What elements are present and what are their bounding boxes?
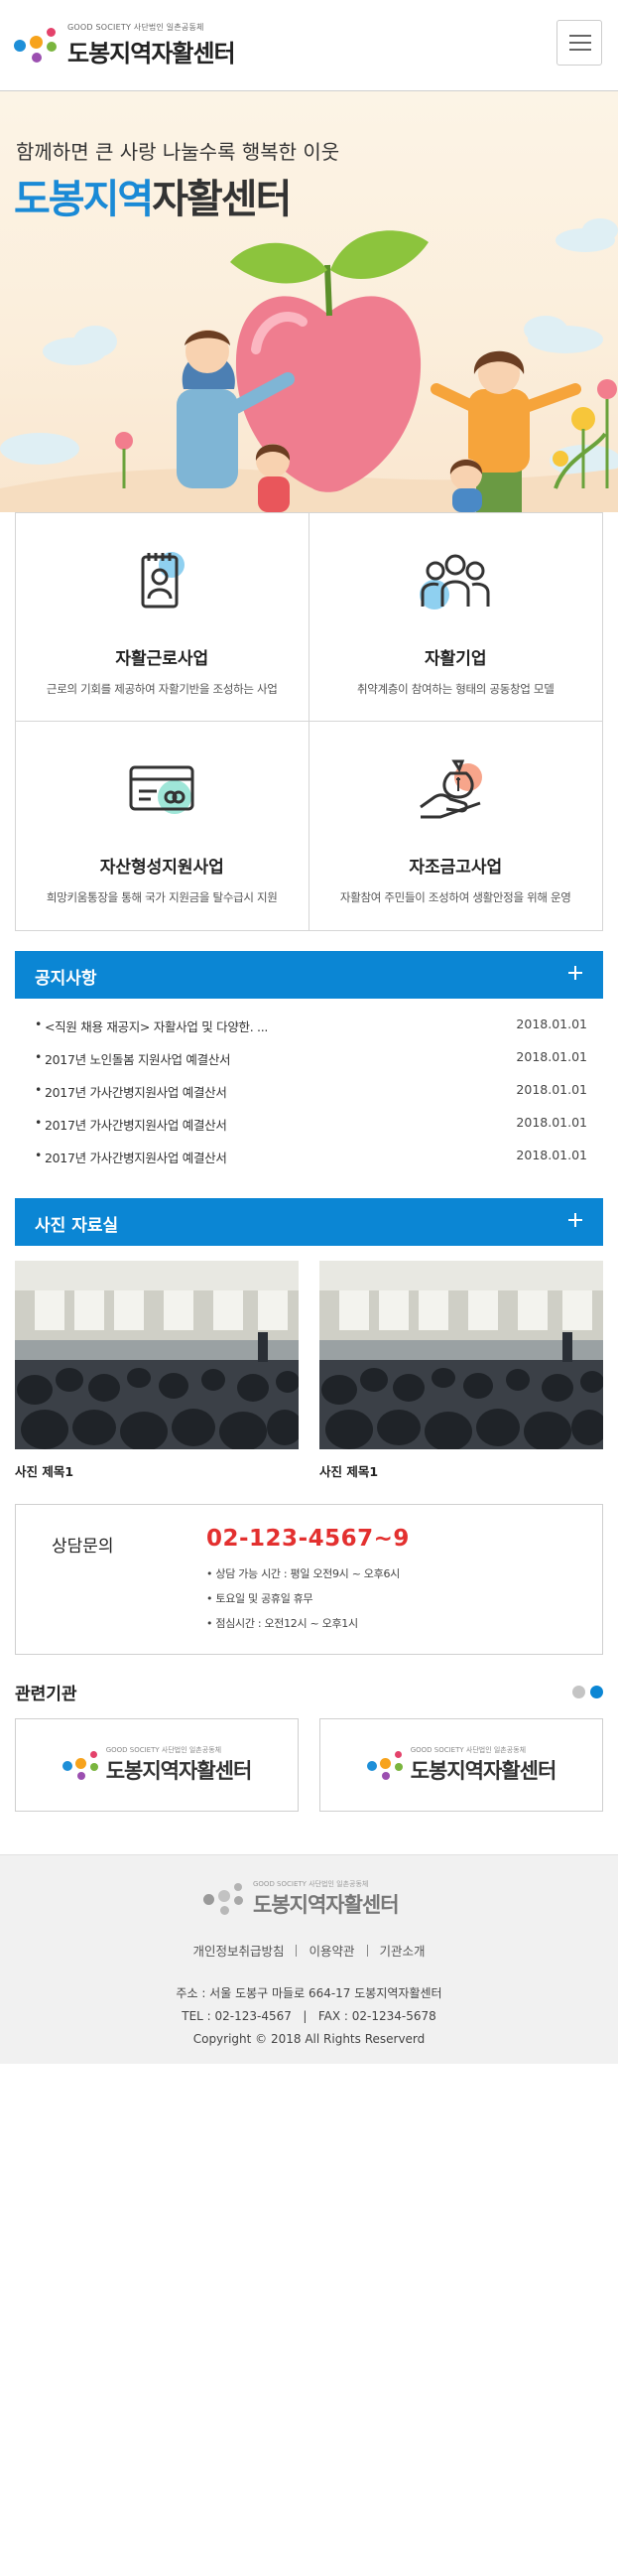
notice-item[interactable]: • <직원 채용 재공지> 자활사업 및 다양한. ... 2018.01.01 [15, 1009, 603, 1041]
business-title: 자산형성지원사업 [99, 858, 224, 878]
business-desc: 자활참여 주민들이 조성하여 생활안정을 위해 운영 [339, 890, 571, 904]
notice-title: 공지사항 [35, 969, 97, 989]
notice-item[interactable]: • 2017년 가사간병지원사업 예결산서 2018.01.01 [15, 1107, 603, 1140]
site-logo[interactable]: GOOD SOCIETY 사단법인 일촌공동체 도봉지역자활센터 [14, 22, 236, 68]
notice-item-title: <직원 채용 재공지> 자활사업 및 다양한. ... [45, 1019, 269, 1034]
footer-link-about[interactable]: 기관소개 [380, 1944, 426, 1959]
pager-dot[interactable] [572, 1686, 585, 1698]
id-badge-icon [141, 552, 185, 609]
money-hand-icon [420, 759, 483, 819]
photo-caption: 사진 제목1 [319, 1464, 379, 1479]
notice-item-date: 2018.01.01 [516, 1148, 587, 1162]
hero-title: 도봉지역자활센터 [14, 177, 292, 222]
notice-item-date: 2018.01.01 [516, 1049, 587, 1064]
related-org-sub: GOOD SOCIETY 사단법인 일촌공동체 [105, 1746, 222, 1754]
notice-item-title: 2017년 가사간병지원사업 예결산서 [45, 1118, 227, 1133]
photo-caption: 사진 제목1 [15, 1464, 74, 1479]
consult-label: 상담문의 [52, 1537, 114, 1557]
photo-thumbnail [15, 1261, 303, 1451]
business-card-work[interactable]: 자활근로사업 근로의 기회를 제공하여 자활기반을 조성하는 사업 [16, 513, 309, 722]
site-header: GOOD SOCIETY 사단법인 일촌공동체 도봉지역자활센터 [0, 0, 618, 91]
hamburger-icon [569, 35, 591, 37]
consult-note: 상담 가능 시간 : 평일 오전9시 ~ 오후6시 [206, 1565, 400, 1581]
business-grid: 자활근로사업 근로의 기회를 제공하여 자활기반을 조성하는 사업 자활기업 취… [15, 512, 603, 931]
related-org[interactable]: GOOD SOCIETY 사단법인 일촌공동체 도봉지역자활센터 [319, 1718, 603, 1812]
business-title: 자조금고사업 [409, 858, 503, 878]
hero-banner: 함께하면 큰 사랑 나눌수록 행복한 이웃 도봉지역자활센터 [0, 91, 618, 512]
related-org[interactable]: GOOD SOCIETY 사단법인 일촌공동체 도봉지역자활센터 [15, 1718, 299, 1812]
footer-link-privacy[interactable]: 개인정보취급방침 [192, 1944, 284, 1959]
notice-item-title: 2017년 가사간병지원사업 예결산서 [45, 1085, 227, 1100]
notice-item-date: 2018.01.01 [516, 1115, 587, 1130]
footer-info: 주소 : 서울 도봉구 마들로 664-17 도봉지역자활센터 TEL : 02… [0, 1982, 618, 2051]
notice-more-plus-icon[interactable] [563, 961, 587, 985]
business-card-asset[interactable]: 자산형성지원사업 희망키움통장을 통해 국가 지원금을 탈수급시 지원 [16, 722, 309, 930]
pager-dot-active[interactable] [590, 1686, 603, 1698]
business-desc: 희망키움통장을 통해 국가 지원금을 탈수급시 지원 [46, 890, 278, 904]
business-card-fund[interactable]: 자조금고사업 자활참여 주민들이 조성하여 생활안정을 위해 운영 [309, 722, 603, 930]
related-pager [572, 1686, 603, 1698]
notice-list: • <직원 채용 재공지> 자활사업 및 다양한. ... 2018.01.01… [15, 1009, 603, 1172]
notice-item[interactable]: • 2017년 가사간병지원사업 예결산서 2018.01.01 [15, 1140, 603, 1172]
footer-link-terms[interactable]: 이용약관 [309, 1944, 354, 1959]
notice-item-date: 2018.01.01 [516, 1082, 587, 1097]
photo-thumbnail [319, 1261, 607, 1451]
photo-gallery-title: 사진 자료실 [35, 1216, 119, 1236]
business-title: 자활기업 [424, 649, 487, 669]
business-desc: 근로의 기회를 제공하여 자활기반을 조성하는 사업 [46, 682, 278, 696]
business-title: 자활근로사업 [115, 649, 209, 669]
card-icon [129, 765, 194, 814]
notice-item[interactable]: • 2017년 가사간병지원사업 예결산서 2018.01.01 [15, 1074, 603, 1107]
notice-header: 공지사항 [15, 951, 603, 999]
menu-button[interactable] [556, 20, 602, 66]
logo-dots-icon [14, 26, 63, 66]
consult-box: 상담문의 02-123-4567~9 상담 가능 시간 : 평일 오전9시 ~ … [15, 1504, 603, 1655]
photo-item[interactable]: 사진 제목1 [15, 1261, 303, 1480]
notice-item[interactable]: • 2017년 노인돌봄 지원사업 예결산서 2018.01.01 [15, 1041, 603, 1074]
site-footer: GOOD SOCIETY 사단법인 일촌공동체 도봉지역자활센터 개인정보취급방… [0, 1854, 618, 2064]
consult-notes: 상담 가능 시간 : 평일 오전9시 ~ 오후6시 토요일 및 공휴일 휴무 점… [206, 1565, 400, 1640]
footer-logo: GOOD SOCIETY 사단법인 일촌공동체 도봉지역자활센터 [203, 1879, 400, 1919]
people-group-icon [420, 554, 490, 610]
photo-gallery-header: 사진 자료실 [15, 1198, 603, 1246]
related-org-name: 도봉지역자활센터 [105, 1759, 253, 1783]
notice-item-date: 2018.01.01 [516, 1017, 587, 1031]
footer-logo-sub: GOOD SOCIETY 사단법인 일촌공동체 [253, 1880, 369, 1888]
consult-note: 토요일 및 공휴일 휴무 [206, 1590, 400, 1606]
photo-item[interactable]: 사진 제목1 [319, 1261, 607, 1480]
footer-address: 주소 : 서울 도봉구 마들로 664-17 도봉지역자활센터 [176, 1986, 442, 2000]
logo-dots-icon [366, 1749, 411, 1781]
logo-subtitle: GOOD SOCIETY 사단법인 일촌공동체 [67, 23, 204, 32]
logo-dots-icon [62, 1749, 106, 1781]
consult-note: 점심시간 : 오전12시 ~ 오후1시 [206, 1615, 400, 1631]
notice-item-title: 2017년 노인돌봄 지원사업 예결산서 [45, 1052, 231, 1067]
hero-subtitle: 함께하면 큰 사랑 나눌수록 행복한 이웃 [16, 140, 340, 164]
related-org-name: 도봉지역자활센터 [410, 1759, 557, 1783]
notice-item-title: 2017년 가사간병지원사업 예결산서 [45, 1151, 227, 1165]
related-org-sub: GOOD SOCIETY 사단법인 일촌공동체 [410, 1746, 527, 1754]
photo-more-plus-icon[interactable] [563, 1208, 587, 1232]
footer-logo-title: 도봉지역자활센터 [253, 1893, 400, 1917]
logo-title: 도봉지역자활센터 [67, 40, 236, 68]
business-desc: 취약계층이 참여하는 형태의 공동창업 모델 [357, 682, 555, 696]
logo-dots-gray-icon [203, 1879, 253, 1919]
consult-phone[interactable]: 02-123-4567~9 [206, 1526, 410, 1552]
footer-tel-fax: TEL : 02-123-4567 | FAX : 02-1234-5678 [182, 2009, 436, 2023]
footer-links: 개인정보취급방침 이용약관 기관소개 [0, 1941, 618, 1960]
business-card-enterprise[interactable]: 자활기업 취약계층이 참여하는 형태의 공동창업 모델 [309, 513, 602, 722]
related-title: 관련기관 [15, 1685, 77, 1704]
footer-copyright: Copyright © 2018 All Rights Reserverd [192, 2032, 426, 2046]
